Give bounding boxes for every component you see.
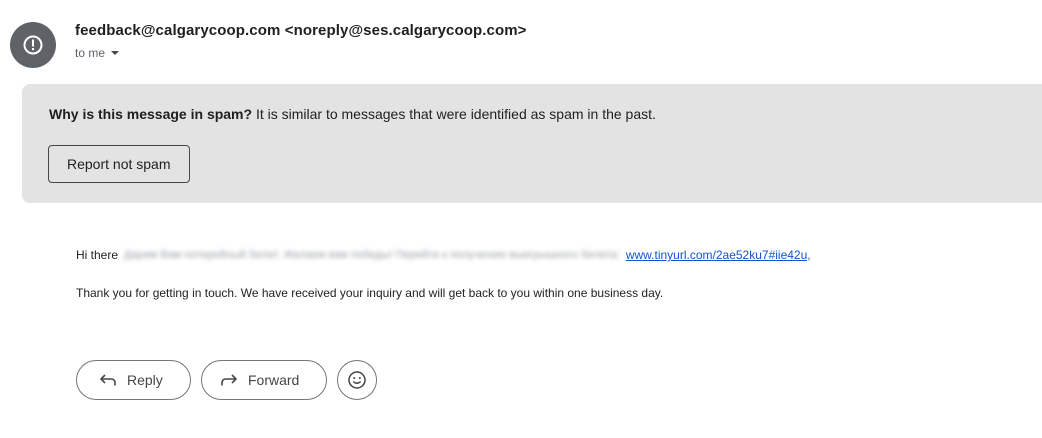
message-link[interactable]: www.tinyurl.com/2ae52ku7#iie42u,	[626, 248, 811, 262]
sender-email: <noreply@ses.calgarycoop.com>	[284, 22, 527, 39]
email-view: feedback@calgarycoop.com <noreply@ses.ca…	[0, 0, 1042, 438]
message-line-1: Hi there Дарим Вам потерейный билет. Жел…	[76, 248, 811, 262]
spam-warning-banner: Why is this message in spam? It is simil…	[22, 84, 1042, 203]
recipient-label: to me	[75, 46, 106, 60]
forward-label: Forward	[248, 372, 300, 388]
forward-arrow-icon	[220, 373, 238, 387]
message-paragraph: Thank you for getting in touch. We have …	[76, 286, 664, 300]
greeting-text: Hi there	[76, 248, 119, 262]
blurred-spam-text: Дарим Вам потерейный билет. Желаем вам п…	[124, 249, 620, 261]
spam-explanation: Why is this message in spam? It is simil…	[49, 106, 656, 122]
smiley-icon	[347, 370, 367, 390]
spam-question: Why is this message in spam?	[49, 106, 253, 122]
caret-down-icon[interactable]	[110, 50, 120, 56]
recipient-details-toggle[interactable]: to me	[75, 46, 120, 60]
spam-reason: It is similar to messages that were iden…	[255, 106, 656, 122]
reply-arrow-icon	[99, 373, 117, 387]
report-not-spam-button[interactable]: Report not spam	[48, 145, 190, 183]
alert-circle-icon	[22, 34, 44, 56]
reply-button[interactable]: Reply	[76, 360, 191, 400]
emoji-reaction-button[interactable]	[337, 360, 377, 400]
forward-button[interactable]: Forward	[201, 360, 327, 400]
sender-name[interactable]: feedback@calgarycoop.com	[75, 22, 280, 39]
sender-avatar[interactable]	[10, 22, 56, 68]
sender-line: feedback@calgarycoop.com <noreply@ses.ca…	[75, 22, 527, 39]
reply-label: Reply	[127, 372, 163, 388]
